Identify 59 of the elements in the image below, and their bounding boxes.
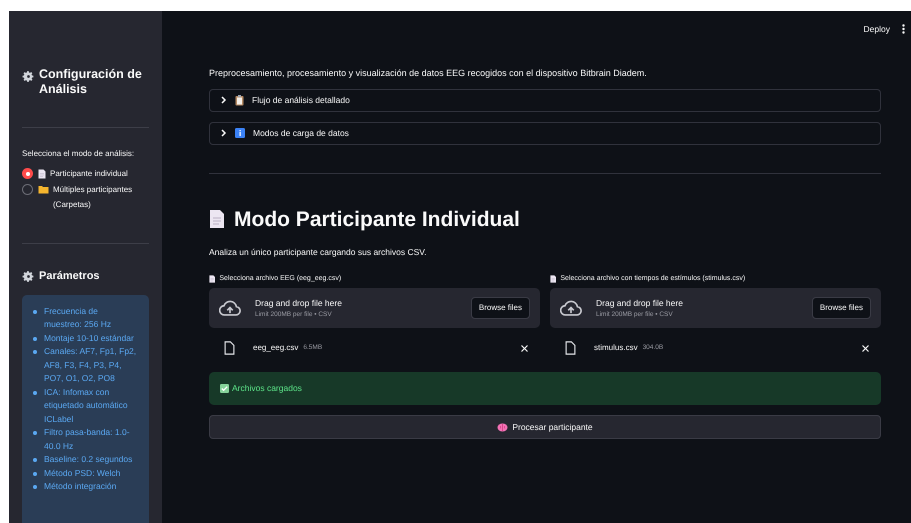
parameter-item: Método PSD: Welch [44, 466, 120, 480]
description: Analiza un único participante cargando sus archivos CSV. [209, 246, 428, 259]
sidebar-title: Configuración de Análisis [39, 67, 143, 97]
bullet-icon [33, 350, 37, 354]
checkbox-icon [220, 384, 229, 394]
radio-label: Múltiples participantes (Carpetas) [53, 184, 134, 211]
radio-button[interactable] [22, 168, 33, 179]
parameter-item: Montaje 10-10 estándar [44, 332, 134, 345]
subtitle: Preprocesamiento, procesamiento y visualización de datos EEG recogidos con el dispositivo Bitbrain Diadem. [209, 67, 648, 80]
drop-text: Drag and drop file here [255, 297, 343, 310]
success-message: Archivos cargados [232, 382, 302, 396]
page-heading: Modo Participante Individual [234, 206, 520, 232]
gear-icon [22, 70, 35, 83]
document-icon [209, 209, 225, 230]
chevron-right-icon [221, 129, 227, 137]
cloud-upload-icon [560, 300, 582, 317]
brain-icon [497, 422, 508, 432]
bullet-icon [33, 458, 37, 462]
info-icon [235, 128, 245, 138]
clipboard-icon [235, 94, 244, 106]
bullet-icon [33, 472, 37, 476]
parameter-item: Canales: AF7, Fp1, Fp2, AF8, F3, F4, P3, P4, PO7, O1, O2, PO8 [44, 345, 137, 385]
bullet-icon [33, 431, 37, 435]
close-icon[interactable] [862, 344, 869, 352]
file-icon [565, 341, 576, 356]
parameter-item: Filtro pasa-banda: 1.0-40.0 Hz [44, 426, 131, 452]
browse-button[interactable]: Browse files [470, 297, 530, 320]
browse-button[interactable]: Browse files [812, 297, 871, 320]
deploy-button[interactable]: Deploy [864, 22, 890, 36]
file-name: eeg_eeg.csv [253, 342, 298, 354]
radio-label: Participante individual [50, 168, 128, 180]
expander[interactable]: Modos de carga de datos [209, 122, 881, 144]
more-icon[interactable] [902, 24, 905, 34]
close-icon[interactable] [521, 344, 528, 352]
document-icon [550, 275, 556, 283]
parameter-item: Baseline: 0.2 segundos [44, 453, 132, 466]
document-icon [209, 275, 216, 283]
bullet-icon [33, 390, 37, 394]
radio-option[interactable]: Múltiples participantes (Carpetas) [22, 182, 149, 212]
parameter-item: Método integración [44, 480, 116, 493]
bullet-icon [33, 310, 37, 314]
parameter-item: ICA: Infomax con etiquetado automático ICLabel [44, 386, 129, 426]
section-heading: Parámetros [39, 269, 100, 284]
process-button[interactable]: Procesar participante [209, 415, 881, 440]
gear-icon [22, 270, 35, 283]
folder-icon [38, 185, 49, 194]
bullet-icon [33, 485, 37, 489]
document-icon [38, 169, 46, 179]
radio-button[interactable] [22, 184, 33, 195]
bullet-icon [33, 336, 37, 340]
cloud-upload-icon [219, 300, 241, 317]
expander[interactable]: Flujo de análisis detallado [209, 88, 881, 112]
radio-group-label: Selecciona el modo de análisis: [22, 148, 136, 160]
parameter-item: Frecuencia de muestreo: 256 Hz [44, 304, 112, 331]
radio-option[interactable]: Participante individual [22, 166, 149, 181]
chevron-right-icon [221, 96, 227, 104]
drop-text: Drag and drop file here [596, 297, 684, 310]
file-name: stimulus.csv [594, 342, 638, 354]
file-icon [224, 341, 235, 356]
